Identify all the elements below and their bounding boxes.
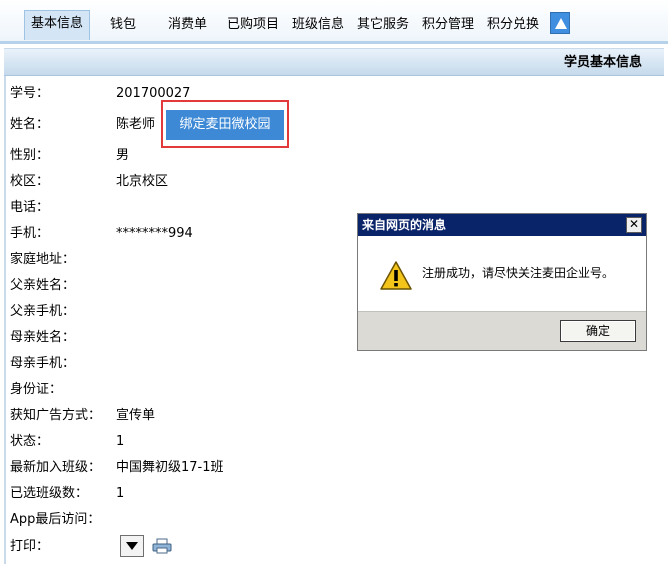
- value-ad-source: 宣传单: [116, 408, 156, 423]
- dialog-message: 注册成功，请尽快关注麦田企业号。: [422, 266, 615, 280]
- value-status: 1: [116, 434, 125, 449]
- section-header: 学员基本信息: [4, 48, 664, 76]
- printer-icon[interactable]: [152, 538, 172, 554]
- bind-wechat-campus-button[interactable]: 绑定麦田微校园: [166, 110, 284, 140]
- value-class-count: 1: [116, 486, 125, 501]
- tab-purchased[interactable]: 已购项目: [227, 11, 279, 39]
- label-name: 姓名：: [10, 117, 50, 132]
- dialog-title: 来自网页的消息: [362, 218, 447, 232]
- label-latest-class: 最新加入班级：: [10, 460, 102, 475]
- tab-other-services[interactable]: 其它服务: [357, 11, 409, 39]
- dialog-footer: 确定: [358, 311, 646, 350]
- ok-button[interactable]: 确定: [560, 320, 636, 342]
- panel-border: [4, 76, 6, 564]
- tab-class-info[interactable]: 班级信息: [292, 11, 344, 39]
- arrow-up-icon: [555, 18, 567, 29]
- label-mobile: 手机：: [10, 226, 50, 241]
- tab-wallet[interactable]: 钱包: [110, 11, 136, 39]
- value-latest-class: 中国舞初级17-1班: [116, 460, 224, 475]
- tab-consumption[interactable]: 消费单: [168, 11, 207, 39]
- label-print: 打印：: [10, 539, 50, 554]
- label-home-address: 家庭地址：: [10, 252, 76, 267]
- chevron-down-icon: [126, 542, 138, 550]
- label-student-id: 学号：: [10, 86, 50, 101]
- label-id-card: 身份证：: [10, 382, 63, 397]
- label-campus: 校区：: [10, 174, 50, 189]
- label-ad-source: 获知广告方式：: [10, 408, 102, 423]
- tab-basic-info[interactable]: 基本信息: [24, 10, 91, 40]
- print-template-select[interactable]: [120, 535, 144, 557]
- tab-points-exchange[interactable]: 积分兑换: [487, 11, 539, 39]
- tab-points-management[interactable]: 积分管理: [422, 11, 474, 39]
- value-mobile: ********994: [116, 226, 193, 241]
- alert-dialog: 来自网页的消息 ✕ 注册成功，请尽快关注麦田企业号。 确定: [357, 213, 647, 351]
- label-gender: 性别：: [10, 148, 50, 163]
- value-campus: 北京校区: [116, 174, 169, 189]
- dialog-body: 注册成功，请尽快关注麦田企业号。: [358, 237, 646, 311]
- label-father-name: 父亲姓名：: [10, 278, 76, 293]
- label-class-count: 已选班级数：: [10, 486, 89, 501]
- close-icon[interactable]: ✕: [626, 217, 642, 233]
- label-status: 状态：: [10, 434, 50, 449]
- scroll-up-button[interactable]: [550, 12, 570, 34]
- label-app-last-visit: App最后访问：: [10, 512, 101, 527]
- dialog-title-bar: 来自网页的消息 ✕: [358, 214, 646, 236]
- value-gender: 男: [116, 148, 130, 163]
- warning-icon: [380, 261, 412, 290]
- label-father-mobile: 父亲手机：: [10, 304, 76, 319]
- section-title: 学员基本信息: [563, 55, 642, 70]
- label-mother-mobile: 母亲手机：: [10, 356, 76, 371]
- value-name: 陈老师: [116, 117, 156, 132]
- label-mother-name: 母亲姓名：: [10, 330, 76, 345]
- label-phone: 电话：: [10, 200, 50, 215]
- tab-bar: 基本信息 钱包 消费单 已购项目 班级信息 其它服务 积分管理 积分兑换: [0, 0, 668, 44]
